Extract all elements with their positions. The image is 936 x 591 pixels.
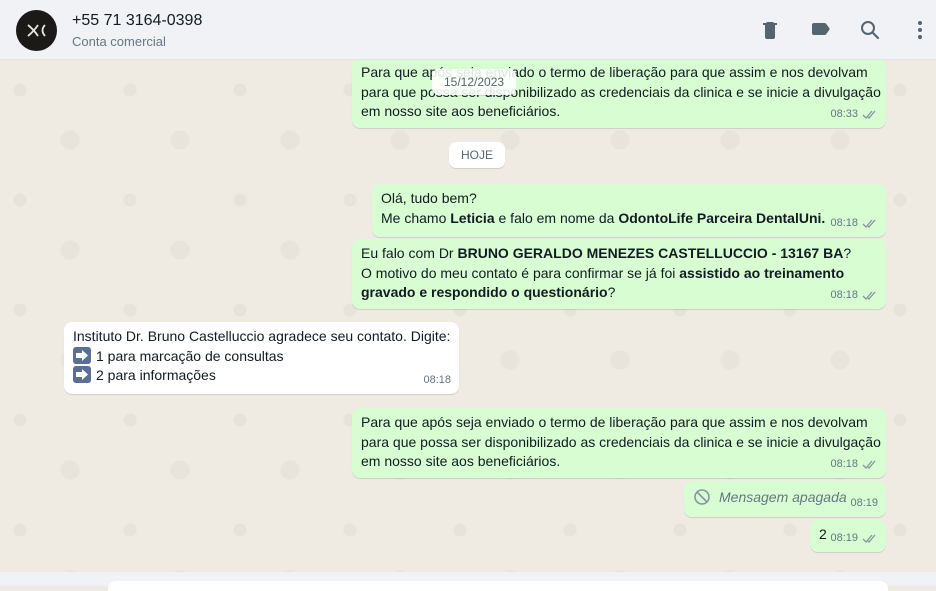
date-separator: HOJE [449,142,506,168]
message-time: 08:18 [830,457,858,470]
message-text: Para que após seja enviado o termo de li… [361,414,868,430]
contact-avatar[interactable] [16,10,57,51]
sent-ticks-icon [862,460,876,469]
blocked-icon [694,489,710,505]
search-icon[interactable] [858,18,882,42]
message-meta: 08:19 [850,494,878,514]
message-time: 08:18 [423,373,451,386]
message-text: em nosso site aos beneficiários. [361,103,561,119]
message-meta: 08:18 [423,371,451,391]
compose-bar [0,572,936,591]
message-deleted[interactable]: Mensagem apagada 08:19 [684,481,886,517]
message-text: 1 para marcação de consultas [73,346,450,367]
message-time: 08:19 [850,496,878,509]
message-text: Mensagem apagada [693,486,877,508]
right-arrow-icon [73,346,91,364]
message-list[interactable]: Para que após seja enviado o termo de li… [0,60,936,572]
message-meta: 08:18 [830,455,878,475]
message-text: O motivo do meu contato é para confirmar… [361,264,845,281]
menu-icon[interactable] [908,18,932,42]
message-text: Instituto Dr. Bruno Castelluccio agradec… [73,328,451,344]
message-time: 08:19 [830,531,858,544]
message-text: Me chamo Leticia e falo em nome da Odont… [381,209,826,226]
right-arrow-icon [73,366,91,383]
sent-ticks-icon [862,110,876,119]
message-input[interactable] [108,581,888,591]
message-outgoing[interactable]: Eu falo com Dr BRUNO GERALDO MENEZES CAS… [352,239,886,309]
message-time: 08:33 [830,107,858,120]
message-outgoing[interactable]: 2 08:19 [810,520,886,552]
message-text: Olá, tudo bem? [381,190,477,206]
delete-icon[interactable] [758,18,782,42]
message-time: 08:18 [830,216,858,229]
floating-date: 15/12/2023 [432,69,517,95]
sent-ticks-icon [862,219,876,228]
chat-header: +55 71 3164-0398 Conta comercial [0,0,936,60]
message-meta: 08:19 [830,529,878,549]
contact-name[interactable]: +55 71 3164-0398 [72,12,202,30]
message-meta: 08:18 [830,214,878,234]
message-incoming[interactable]: Instituto Dr. Bruno Castelluccio agradec… [64,322,459,394]
message-outgoing[interactable]: Para que após seja enviado o termo de li… [352,60,886,128]
message-text: gravado e respondido o questionário? [361,284,616,300]
message-text: Eu falo com Dr BRUNO GERALDO MENEZES CAS… [361,245,852,261]
message-text: para que possa ser disponibilizado as cr… [361,433,881,450]
sent-ticks-icon [862,291,876,300]
message-time: 08:18 [830,288,858,301]
message-text: 2 para informações [73,366,450,386]
message-meta: 08:33 [830,105,878,125]
contact-status: Conta comercial [72,34,166,49]
message-text: em nosso site aos beneficiários. [361,453,561,469]
logo-icon [27,24,46,37]
sent-ticks-icon [862,534,876,543]
label-icon[interactable] [808,18,832,42]
message-outgoing[interactable]: Olá, tudo bem? Me chamo Leticia e falo e… [372,184,886,237]
message-meta: 08:18 [830,286,878,306]
message-outgoing[interactable]: Para que após seja enviado o termo de li… [352,408,886,478]
